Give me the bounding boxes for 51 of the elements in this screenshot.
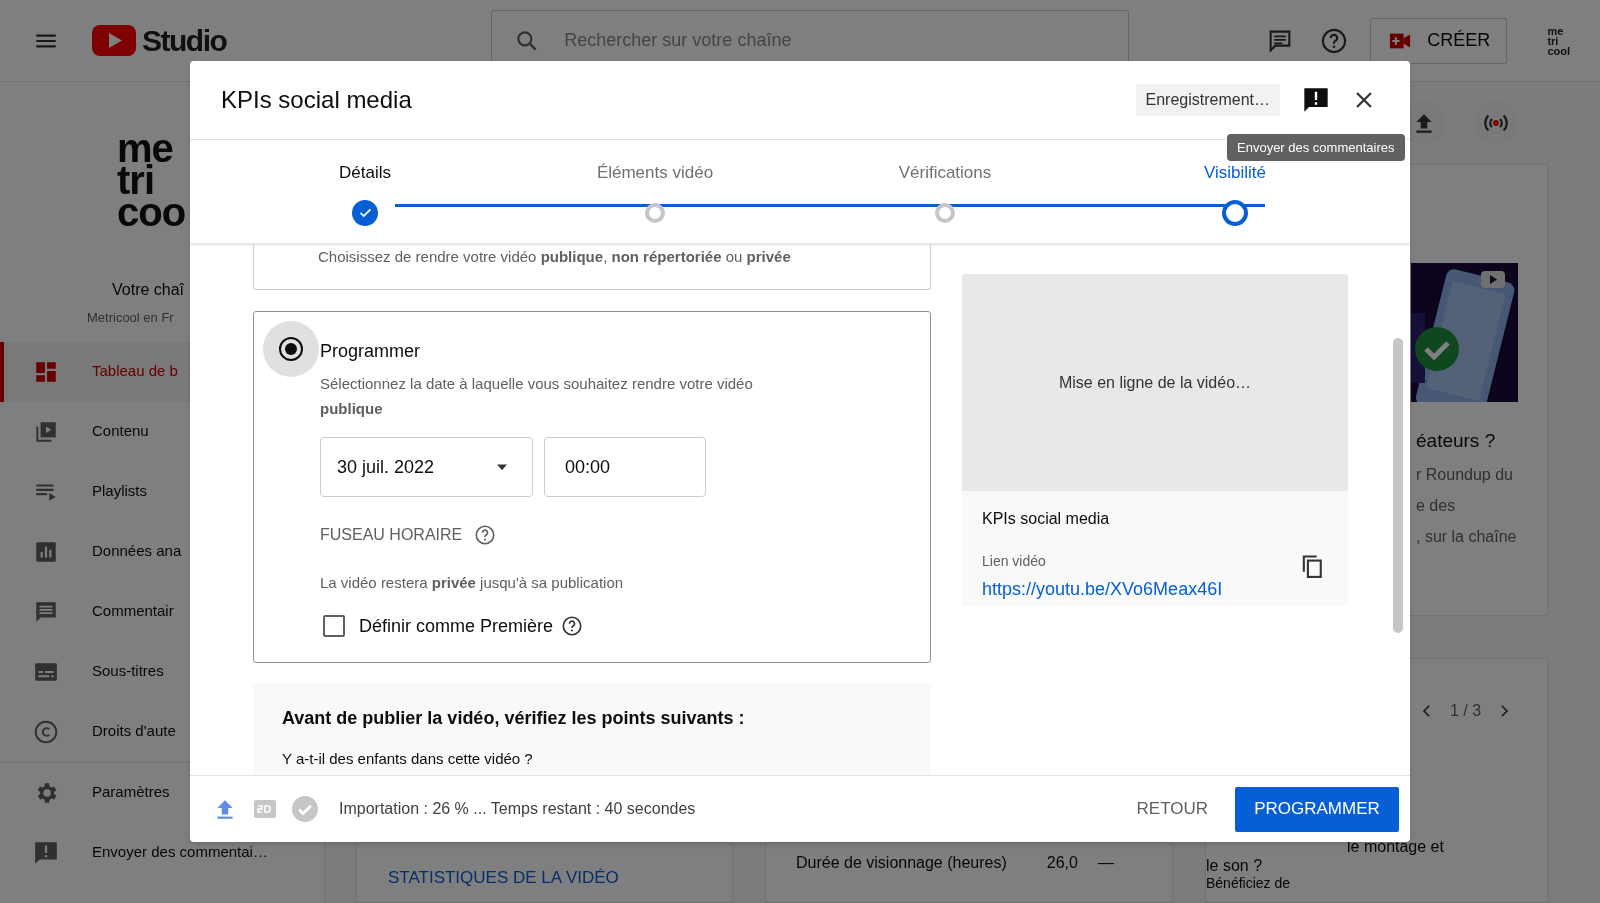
help-title: le montage et	[1347, 836, 1444, 857]
upload-status: Mise en ligne de la vidéo…	[1058, 372, 1252, 393]
video-link[interactable]: https://youtu.be/XVo6Meax46I	[982, 576, 1298, 603]
channel-title: Votre chaî	[112, 280, 185, 300]
radio-button[interactable]	[263, 321, 319, 377]
play-logo-icon[interactable]	[92, 25, 136, 56]
feedback-icon[interactable]	[1302, 86, 1330, 114]
metric-value: 26,0	[1046, 853, 1078, 873]
schedule-note: La vidéo restera privée jusqu'à sa publication	[320, 573, 625, 593]
news-text: , sur la chaîne	[1416, 526, 1518, 547]
news-title: éateurs ?	[1416, 429, 1497, 454]
pager-text: 1 / 3	[1450, 700, 1482, 721]
metric-label: Durée de visionnage (heures)	[796, 853, 1007, 873]
help-text: Bénéficiez de	[1206, 874, 1291, 891]
tooltip: Envoyer des commentaires	[1227, 134, 1405, 161]
video-title: KPIs social media	[982, 509, 1111, 529]
step-tab[interactable]: Vérifications	[898, 160, 992, 186]
upload-status-text: Importation : 26 % ... Temps restant : 40 secondes	[339, 799, 697, 819]
step-tab[interactable]: Détails	[339, 160, 391, 186]
time-field[interactable]: 00:00	[544, 437, 706, 497]
news-text: e des	[1416, 495, 1457, 516]
timezone-label: FUSEAU HORAIRE	[320, 525, 463, 545]
step-tab[interactable]: Éléments vidéo	[596, 160, 714, 186]
metric-change: —	[1097, 853, 1114, 873]
logo-text[interactable]: Studio	[142, 18, 227, 63]
help-icon[interactable]	[474, 524, 497, 546]
back-button[interactable]: RETOUR	[1122, 786, 1222, 832]
schedule-button[interactable]: PROGRAMMER	[1235, 786, 1399, 832]
video-stats-link[interactable]: STATISTIQUES DE LA VIDÉO	[388, 868, 619, 887]
checklist-title: Avant de publier la vidéo, vérifiez les points suivants :	[282, 707, 746, 730]
link-label: Lien vidéo	[982, 552, 1047, 571]
sidebar-item[interactable]: Sous-titres	[0, 641, 324, 702]
avatar-logo[interactable]: me tri cool	[1547, 25, 1570, 56]
search-input[interactable]: Rechercher sur votre chaîne	[564, 27, 1107, 54]
news-text: r Roundup du	[1416, 464, 1514, 485]
checkbox[interactable]	[323, 615, 345, 637]
step-tab[interactable]: Visibilité	[1203, 160, 1267, 186]
visibility-intro: Choisissez de rendre votre vidéo publique, non répertoriée ou privée	[318, 247, 792, 267]
scrollbar[interactable]	[1393, 338, 1403, 633]
copyright-icon	[33, 718, 59, 745]
help-title: le son ?	[1206, 855, 1263, 876]
checklist-question: Y a-t-il des enfants dans cette vidéo ?	[282, 749, 534, 769]
channel-name: Metricool en Fr	[87, 309, 174, 327]
sidebar-item[interactable]: Envoyer des commentai…	[0, 822, 324, 883]
date-dropdown[interactable]: 30 juil. 2022	[320, 437, 533, 497]
premiere-label: Définir comme Première	[359, 614, 554, 638]
feedback-icon	[33, 839, 59, 866]
help-icon[interactable]	[561, 615, 584, 637]
dialog-title: KPIs social media	[221, 85, 413, 115]
saving-status: Enregistrement…	[1135, 84, 1280, 116]
channel-logo: me tri coo	[117, 132, 187, 228]
